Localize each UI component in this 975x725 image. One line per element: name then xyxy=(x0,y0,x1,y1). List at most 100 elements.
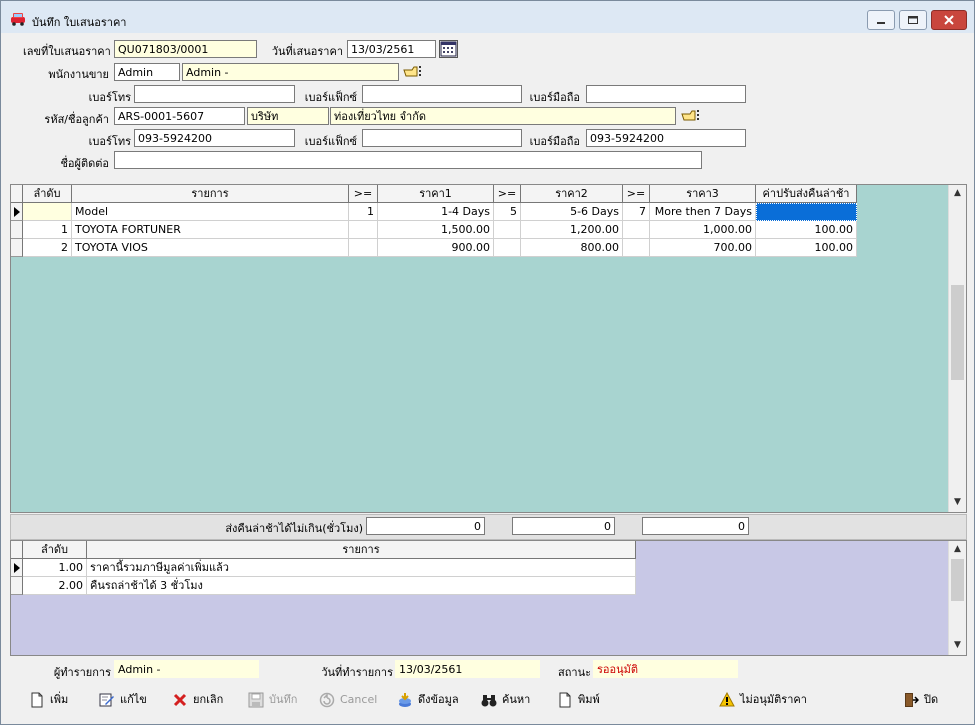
save-button[interactable]: บันทึก xyxy=(248,689,297,711)
table-cell[interactable] xyxy=(349,221,378,239)
header-item[interactable]: รายการ xyxy=(72,185,349,203)
table-cell[interactable]: 100.00 xyxy=(756,221,857,239)
table-cell[interactable]: 2.00 xyxy=(23,577,87,595)
table-cell[interactable] xyxy=(623,221,650,239)
customer-name-field[interactable]: ท่องเที่ยวไทย จำกัด xyxy=(330,107,676,125)
close-window-button[interactable] xyxy=(931,10,967,30)
table-cell[interactable]: TOYOTA VIOS xyxy=(72,239,349,257)
table-cell[interactable]: 7 xyxy=(623,203,650,221)
table-cell[interactable] xyxy=(494,221,521,239)
table-cell[interactable]: 1,200.00 xyxy=(521,221,623,239)
table-cell[interactable] xyxy=(349,239,378,257)
customer-phone-field[interactable]: 093-5924200 xyxy=(134,129,295,147)
fax-field[interactable] xyxy=(362,85,522,103)
table-cell[interactable]: Model xyxy=(72,203,349,221)
customer-type-field[interactable]: บริษัท xyxy=(247,107,329,125)
table-cell[interactable]: 1 xyxy=(23,221,72,239)
phone-field[interactable] xyxy=(134,85,295,103)
table-cell[interactable] xyxy=(23,203,72,221)
customer-code-field[interactable]: ARS-0001-5607 xyxy=(114,107,245,125)
late-return-hours-2[interactable]: 0 xyxy=(512,517,615,535)
remarks-grid[interactable]: ลำดับ รายการ 1.00 ราคานี้รวมภาษีมูลค่าเพ… xyxy=(10,540,967,656)
header-late-fee[interactable]: ค่าปรับส่งคืนล่าช้า xyxy=(756,185,857,203)
scroll-up-icon[interactable]: ▲ xyxy=(949,185,966,202)
quote-date-field[interactable]: 13/03/2561 xyxy=(347,40,436,58)
table-cell[interactable]: 1 xyxy=(349,203,378,221)
quote-date-label: วันที่เสนอราคา xyxy=(271,45,343,58)
table-cell[interactable]: 1-4 Days xyxy=(378,203,494,221)
table-cell[interactable]: 100.00 xyxy=(756,239,857,257)
selected-cell[interactable] xyxy=(756,203,857,221)
header-price1[interactable]: ราคา1 xyxy=(378,185,494,203)
header-seq[interactable]: ลำดับ xyxy=(23,185,72,203)
maker-label: ผู้ทำรายการ xyxy=(53,666,111,679)
table-cell[interactable]: คืนรถล่าช้าได้ 3 ชั่วโมง xyxy=(87,577,636,595)
salesperson-name-field[interactable]: Admin - xyxy=(182,63,399,81)
car-icon xyxy=(10,12,26,26)
table-cell[interactable]: 800.00 xyxy=(521,239,623,257)
scroll-up-icon[interactable]: ▲ xyxy=(949,541,966,558)
table-cell[interactable]: 900.00 xyxy=(378,239,494,257)
table-cell[interactable]: 1,500.00 xyxy=(378,221,494,239)
table-cell[interactable]: 5 xyxy=(494,203,521,221)
search-button[interactable]: ค้นหา xyxy=(481,689,530,711)
scroll-thumb[interactable] xyxy=(951,559,964,601)
print-button[interactable]: พิมพ์ xyxy=(557,689,600,711)
salesperson-code-field[interactable]: Admin xyxy=(114,63,180,81)
customer-mobile-field[interactable]: 093-5924200 xyxy=(586,129,746,147)
cancel-button[interactable]: Cancel xyxy=(319,689,377,711)
table-cell[interactable] xyxy=(494,239,521,257)
add-button[interactable]: เพิ่ม xyxy=(29,689,68,711)
header-item[interactable]: รายการ xyxy=(87,541,636,559)
binoculars-icon xyxy=(481,692,497,708)
grid-corner xyxy=(11,185,23,203)
price-grid[interactable]: ลำดับ รายการ >= ราคา1 >= ราคา2 >= ราคา3 … xyxy=(10,184,967,513)
header-gte2[interactable]: >= xyxy=(494,185,521,203)
late-return-hours-3[interactable]: 0 xyxy=(642,517,749,535)
quote-no-field[interactable]: QU071803/0001 xyxy=(114,40,257,58)
current-row-indicator xyxy=(11,559,23,577)
edit-button[interactable]: แก้ไข xyxy=(99,689,147,711)
header-gte1[interactable]: >= xyxy=(349,185,378,203)
scroll-down-icon[interactable]: ▼ xyxy=(949,494,966,511)
maximize-button[interactable] xyxy=(899,10,927,30)
edit-label: แก้ไข xyxy=(120,693,147,706)
customer-fax-field[interactable] xyxy=(362,129,522,147)
lookup-pointer-icon[interactable] xyxy=(403,65,423,79)
calendar-icon[interactable] xyxy=(439,40,458,58)
phone-label: เบอร์โทร xyxy=(88,91,131,104)
header-price2[interactable]: ราคา2 xyxy=(521,185,623,203)
table-cell[interactable] xyxy=(623,239,650,257)
header-price3[interactable]: ราคา3 xyxy=(650,185,756,203)
import-data-icon xyxy=(397,692,413,708)
contact-label: ชื่อผู้ติดต่อ xyxy=(60,157,109,170)
table-cell[interactable]: 700.00 xyxy=(650,239,756,257)
remarks-grid-scrollbar[interactable]: ▲ ▼ xyxy=(948,541,966,655)
customer-label: รหัส/ชื่อลูกค้า xyxy=(44,113,109,126)
table-cell[interactable]: 1,000.00 xyxy=(650,221,756,239)
header-seq[interactable]: ลำดับ xyxy=(23,541,87,559)
table-cell[interactable]: ราคานี้รวมภาษีมูลค่าเพิ่มแล้ว xyxy=(87,559,636,577)
table-cell[interactable]: 5-6 Days xyxy=(521,203,623,221)
customer-lookup-pointer-icon[interactable] xyxy=(681,109,701,123)
reject-price-button[interactable]: ไม่อนุมัติราคา xyxy=(719,689,807,711)
cancel-doc-button[interactable]: ยกเลิก xyxy=(172,689,223,711)
close-label: ปิด xyxy=(924,693,939,706)
minimize-button[interactable] xyxy=(867,10,895,30)
table-cell[interactable]: 1.00 xyxy=(23,559,87,577)
table-cell[interactable]: 2 xyxy=(23,239,72,257)
header-gte3[interactable]: >= xyxy=(623,185,650,203)
scroll-thumb[interactable] xyxy=(951,285,964,380)
late-return-label: ส่งคืนล่าช้าได้ไม่เกิน(ชั่วโมง) xyxy=(225,522,363,535)
table-cell[interactable]: More then 7 Days xyxy=(650,203,756,221)
pull-data-button[interactable]: ดึงข้อมูล xyxy=(397,689,459,711)
close-button[interactable]: ปิด xyxy=(903,689,938,711)
table-cell[interactable]: TOYOTA FORTUNER xyxy=(72,221,349,239)
price-grid-scrollbar[interactable]: ▲ ▼ xyxy=(948,185,966,512)
warning-icon xyxy=(719,691,735,708)
late-return-hours-1[interactable]: 0 xyxy=(366,517,485,535)
contact-field[interactable] xyxy=(114,151,702,169)
undo-icon xyxy=(319,692,335,708)
mobile-field[interactable] xyxy=(586,85,746,103)
scroll-down-icon[interactable]: ▼ xyxy=(949,637,966,654)
